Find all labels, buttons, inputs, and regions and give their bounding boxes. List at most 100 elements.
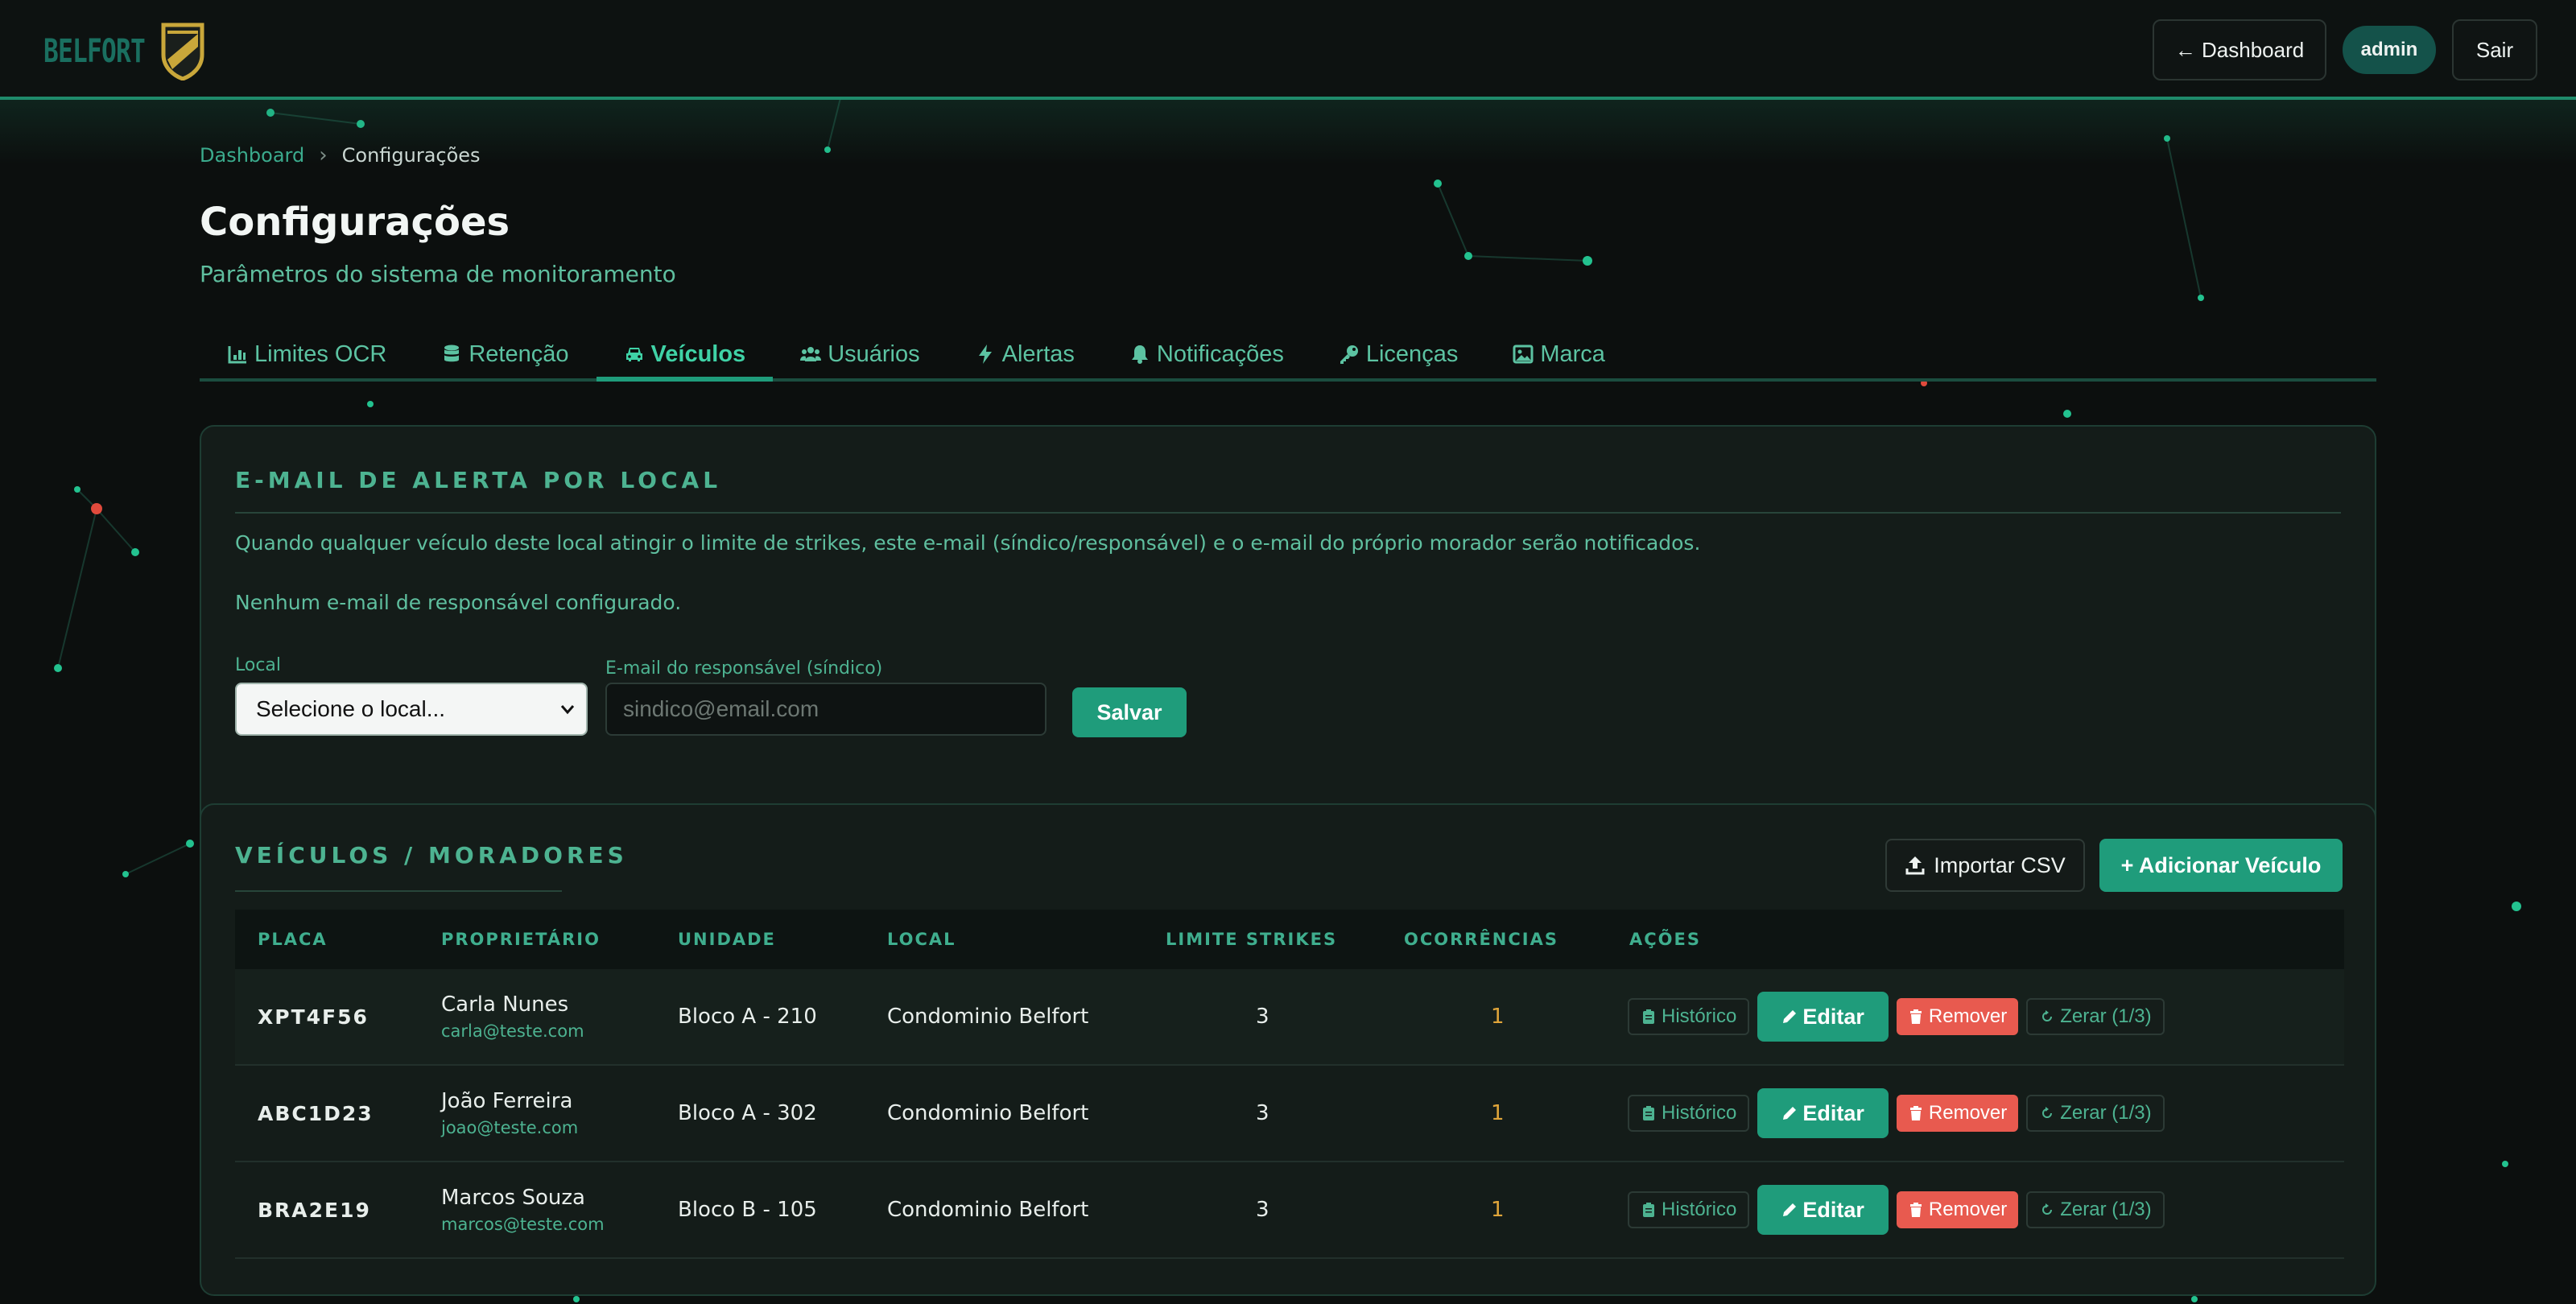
row-actions: Histórico Editar Remover Zerar (1/3)	[1628, 1066, 2165, 1161]
add-vehicle-button[interactable]: + Adicionar Veículo	[2099, 839, 2343, 892]
divider	[235, 890, 562, 892]
occurrences-cell: 1	[1491, 1101, 1505, 1125]
reset-strikes-button[interactable]: Zerar (1/3)	[2026, 998, 2165, 1035]
remove-button[interactable]: Remover	[1896, 1191, 2019, 1228]
tab-limites-ocr[interactable]: Limites OCR	[200, 330, 414, 378]
tab-label: Limites OCR	[254, 340, 387, 367]
remove-button[interactable]: Remover	[1896, 1095, 2019, 1132]
vehicles-title: VEÍCULOS / MORADORES	[235, 842, 628, 869]
tab-notificacoes[interactable]: Notificações	[1102, 330, 1311, 378]
logo-text: BELFORT	[43, 33, 146, 70]
reset-icon	[2042, 1203, 2053, 1215]
breadcrumb: Dashboard › Configurações	[200, 143, 481, 167]
chevron-right-icon: ›	[319, 143, 328, 167]
owner-email: joao@teste.com	[441, 1118, 579, 1137]
remove-label: Remover	[1928, 1005, 2008, 1027]
settings-tabs: Limites OCR Retenção Veículos Usuários A…	[200, 330, 2376, 382]
user-badge[interactable]: admin	[2343, 26, 2436, 74]
owner-cell: João Ferreira joao@teste.com	[441, 1066, 578, 1161]
history-label: Histórico	[1662, 1199, 1737, 1220]
reset-label: Zerar (1/3)	[2060, 1005, 2152, 1027]
top-header: BELFORT ← Dashboard admin Sair	[0, 0, 2576, 100]
table-row: ABC1D23 João Ferreira joao@teste.com Blo…	[235, 1066, 2344, 1162]
strike-limit-cell: 3	[1256, 1101, 1269, 1125]
brand-logo[interactable]: BELFORT	[43, 23, 204, 80]
tab-licencas[interactable]: Licenças	[1311, 330, 1485, 378]
local-cell: Condominio Belfort	[887, 1198, 1089, 1222]
shield-logo-icon	[161, 23, 204, 80]
table-header: PLACA PROPRIETÁRIO UNIDADE LOCAL LIMITE …	[235, 910, 2344, 969]
edit-button[interactable]: Editar	[1757, 1185, 1889, 1235]
table-row: XPT4F56 Carla Nunes carla@teste.com Bloc…	[235, 969, 2344, 1066]
logout-button[interactable]: Sair	[2452, 19, 2537, 80]
owner-name: Marcos Souza	[441, 1186, 585, 1210]
tab-label: Alertas	[1001, 340, 1075, 367]
remove-button[interactable]: Remover	[1896, 998, 2019, 1035]
history-button[interactable]: Histórico	[1628, 1095, 1750, 1132]
row-actions: Histórico Editar Remover Zerar (1/3)	[1628, 1162, 2165, 1257]
responsible-email-input[interactable]: sindico@email.com	[605, 683, 1046, 736]
column-header: PLACA	[258, 930, 328, 949]
page-subtitle: Parâmetros do sistema de monitoramento	[200, 261, 676, 287]
dashboard-button[interactable]: ← Dashboard	[2153, 19, 2326, 80]
tab-label: Usuários	[828, 340, 920, 367]
owner-cell: Marcos Souza marcos@teste.com	[441, 1162, 605, 1257]
column-header: OCORRÊNCIAS	[1404, 930, 1558, 949]
remove-label: Remover	[1928, 1102, 2008, 1124]
breadcrumb-dashboard-link[interactable]: Dashboard	[200, 144, 304, 167]
unit-cell: Bloco A - 210	[678, 1005, 817, 1029]
edit-button[interactable]: Editar	[1757, 992, 1889, 1042]
owner-name: Carla Nunes	[441, 992, 569, 1017]
users-icon	[800, 347, 822, 361]
reset-icon	[2042, 1010, 2053, 1021]
column-header: PROPRIETÁRIO	[441, 930, 601, 949]
bolt-icon	[978, 345, 992, 364]
owner-name: João Ferreira	[441, 1089, 573, 1113]
local-cell: Condominio Belfort	[887, 1101, 1089, 1125]
import-csv-button[interactable]: Importar CSV	[1885, 839, 2085, 892]
bell-icon	[1131, 345, 1148, 364]
edit-label: Editar	[1802, 1100, 1864, 1125]
local-select[interactable]: Selecione o local...	[235, 683, 588, 736]
clipboard-icon	[1643, 1009, 1654, 1024]
owner-email: marcos@teste.com	[441, 1215, 605, 1234]
reset-strikes-button[interactable]: Zerar (1/3)	[2026, 1095, 2165, 1132]
local-label: Local	[235, 655, 282, 675]
reset-label: Zerar (1/3)	[2060, 1199, 2152, 1220]
page-title: Configurações	[200, 200, 510, 245]
clipboard-icon	[1643, 1203, 1654, 1217]
upload-icon	[1905, 856, 1925, 875]
import-csv-label: Importar CSV	[1934, 852, 2066, 877]
trash-icon	[1909, 1009, 1922, 1024]
tab-retencao[interactable]: Retenção	[414, 330, 596, 378]
pencil-icon	[1783, 1010, 1797, 1023]
column-header: UNIDADE	[678, 930, 776, 949]
pencil-icon	[1783, 1107, 1797, 1120]
history-button[interactable]: Histórico	[1628, 1191, 1750, 1228]
key-icon	[1340, 345, 1358, 364]
occurrences-cell: 1	[1491, 1198, 1505, 1222]
tab-marca[interactable]: Marca	[1485, 330, 1633, 378]
tab-veiculos[interactable]: Veículos	[596, 330, 774, 382]
car-icon	[625, 348, 642, 361]
tab-usuarios[interactable]: Usuários	[773, 330, 947, 378]
vehicles-table: PLACA PROPRIETÁRIO UNIDADE LOCAL LIMITE …	[235, 910, 2344, 1259]
plate-cell: BRA2E19	[258, 1198, 371, 1222]
email-label: E-mail do responsável (síndico)	[605, 658, 883, 679]
edit-button[interactable]: Editar	[1757, 1088, 1889, 1138]
tab-alertas[interactable]: Alertas	[947, 330, 1102, 378]
edit-label: Editar	[1802, 1197, 1864, 1222]
chevron-down-icon	[560, 705, 575, 715]
save-button[interactable]: Salvar	[1072, 687, 1187, 737]
trash-icon	[1909, 1106, 1922, 1120]
reset-strikes-button[interactable]: Zerar (1/3)	[2026, 1191, 2165, 1228]
occurrences-cell: 1	[1491, 1005, 1505, 1029]
owner-email: carla@teste.com	[441, 1021, 584, 1041]
tab-label: Marca	[1540, 340, 1605, 367]
table-row: BRA2E19 Marcos Souza marcos@teste.com Bl…	[235, 1162, 2344, 1259]
history-button[interactable]: Histórico	[1628, 998, 1750, 1035]
no-email-configured-text: Nenhum e-mail de responsável configurado…	[235, 591, 682, 614]
column-header: LOCAL	[887, 930, 956, 949]
column-header: LIMITE STRIKES	[1166, 930, 1338, 949]
clipboard-icon	[1643, 1106, 1654, 1120]
